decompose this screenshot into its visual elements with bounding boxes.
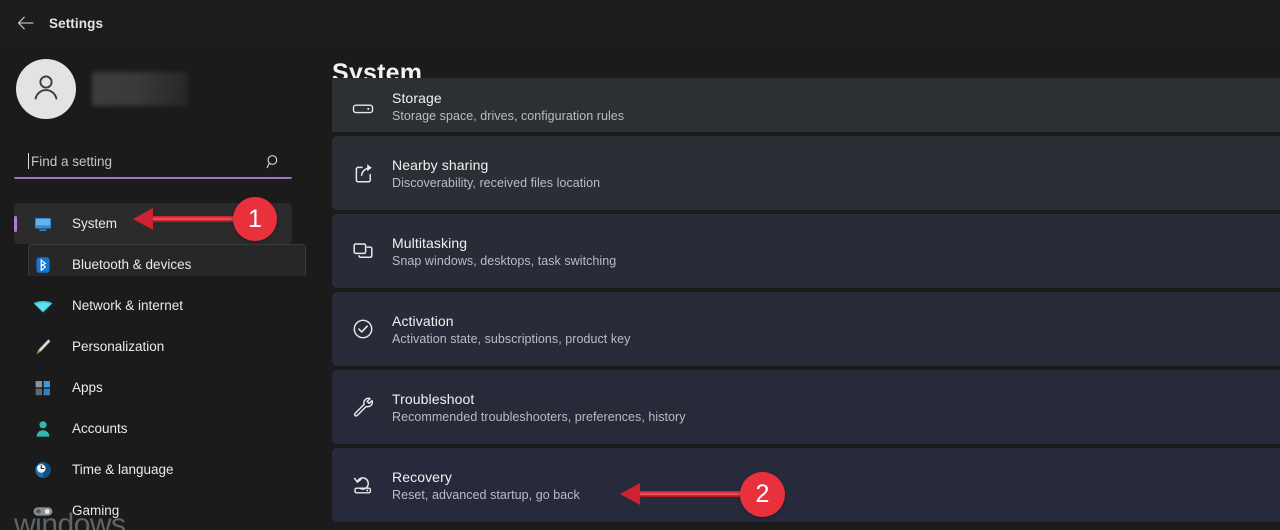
card-title: Troubleshoot	[392, 391, 686, 407]
settings-card-list: Storage Storage space, drives, configura…	[332, 98, 1280, 526]
clock-icon	[32, 459, 54, 481]
card-subtitle: Snap windows, desktops, task switching	[392, 254, 616, 268]
user-avatar-icon	[29, 70, 63, 109]
card-text: Storage Storage space, drives, configura…	[392, 90, 624, 123]
sidebar-item-gaming[interactable]: Gaming	[14, 490, 292, 530]
arrow-head	[620, 483, 640, 505]
share-icon	[350, 160, 376, 186]
sidebar-item-network-internet[interactable]: Network & internet	[14, 285, 292, 326]
paintbrush-icon	[32, 336, 54, 358]
sidebar-item-label: Gaming	[72, 503, 119, 518]
sidebar-item-apps[interactable]: Apps	[14, 367, 292, 408]
settings-card-activation[interactable]: Activation Activation state, subscriptio…	[332, 292, 1280, 366]
settings-window: Settings Find a setting	[0, 0, 1280, 530]
apps-blocks-icon	[32, 377, 54, 399]
hard-drive-icon	[350, 96, 376, 122]
multitask-windows-icon	[350, 238, 376, 264]
card-title: Activation	[392, 313, 630, 329]
sidebar-item-time-language[interactable]: Time & language	[14, 449, 292, 490]
arrow-head	[133, 208, 153, 230]
card-subtitle: Storage space, drives, configuration rul…	[392, 109, 624, 123]
card-text: Activation Activation state, subscriptio…	[392, 313, 630, 346]
text-caret	[28, 153, 29, 169]
card-text: Multitasking Snap windows, desktops, tas…	[392, 235, 616, 268]
back-arrow-icon	[17, 16, 34, 30]
card-subtitle: Activation state, subscriptions, product…	[392, 332, 630, 346]
account-block[interactable]	[16, 59, 188, 119]
monitor-icon	[32, 213, 54, 235]
wifi-icon	[32, 295, 54, 317]
card-text: Troubleshoot Recommended troubleshooters…	[392, 391, 686, 424]
settings-card-storage[interactable]: Storage Storage space, drives, configura…	[332, 78, 1280, 132]
gamepad-icon	[32, 500, 54, 522]
selection-indicator	[14, 216, 17, 232]
app-title: Settings	[49, 16, 103, 31]
card-title: Multitasking	[392, 235, 616, 251]
card-title: Nearby sharing	[392, 157, 600, 173]
bluetooth-icon	[32, 254, 54, 276]
search-field-wrapper[interactable]: Find a setting	[14, 145, 292, 180]
back-button[interactable]	[8, 8, 42, 38]
search-icon[interactable]	[266, 145, 281, 177]
sidebar-item-accounts[interactable]: Accounts	[14, 408, 292, 449]
settings-card-recovery[interactable]: Recovery Reset, advanced startup, go bac…	[332, 448, 1280, 522]
sidebar-item-label: Network & internet	[72, 298, 183, 313]
settings-card-multitasking[interactable]: Multitasking Snap windows, desktops, tas…	[332, 214, 1280, 288]
arrow-line	[640, 491, 750, 497]
card-text: Nearby sharing Discoverability, received…	[392, 157, 600, 190]
wrench-icon	[350, 394, 376, 420]
sidebar-item-label: Personalization	[72, 339, 164, 354]
step-badge: 1	[233, 197, 277, 241]
sidebar: Find a setting System	[0, 46, 332, 530]
card-title: Recovery	[392, 469, 580, 485]
sidebar-item-bluetooth-devices[interactable]: Bluetooth & devices	[14, 244, 292, 285]
card-subtitle: Recommended troubleshooters, preferences…	[392, 410, 686, 424]
sidebar-nav: System Bluetooth & devices	[0, 203, 332, 530]
sidebar-item-label: Accounts	[72, 421, 128, 436]
window-titlebar: Settings	[0, 0, 1280, 46]
settings-card-nearby-sharing[interactable]: Nearby sharing Discoverability, received…	[332, 136, 1280, 210]
recovery-restore-icon	[350, 472, 376, 498]
sidebar-item-personalization[interactable]: Personalization	[14, 326, 292, 367]
sidebar-item-label: Bluetooth & devices	[72, 257, 191, 272]
sidebar-item-label: Apps	[72, 380, 103, 395]
card-text: Recovery Reset, advanced startup, go bac…	[392, 469, 580, 502]
check-circle-icon	[350, 316, 376, 342]
search-placeholder: Find a setting	[31, 145, 112, 177]
sidebar-item-label: System	[72, 216, 117, 231]
step-badge: 2	[740, 472, 785, 517]
main-content: System Storage Storage space, drives, co…	[332, 46, 1280, 530]
search-focus-accent	[14, 177, 292, 179]
settings-card-troubleshoot[interactable]: Troubleshoot Recommended troubleshooters…	[332, 370, 1280, 444]
person-icon	[32, 418, 54, 440]
avatar	[16, 59, 76, 119]
card-subtitle: Reset, advanced startup, go back	[392, 488, 580, 502]
account-name-redacted	[92, 72, 188, 106]
sidebar-item-label: Time & language	[72, 462, 174, 477]
card-subtitle: Discoverability, received files location	[392, 176, 600, 190]
card-title: Storage	[392, 90, 624, 106]
